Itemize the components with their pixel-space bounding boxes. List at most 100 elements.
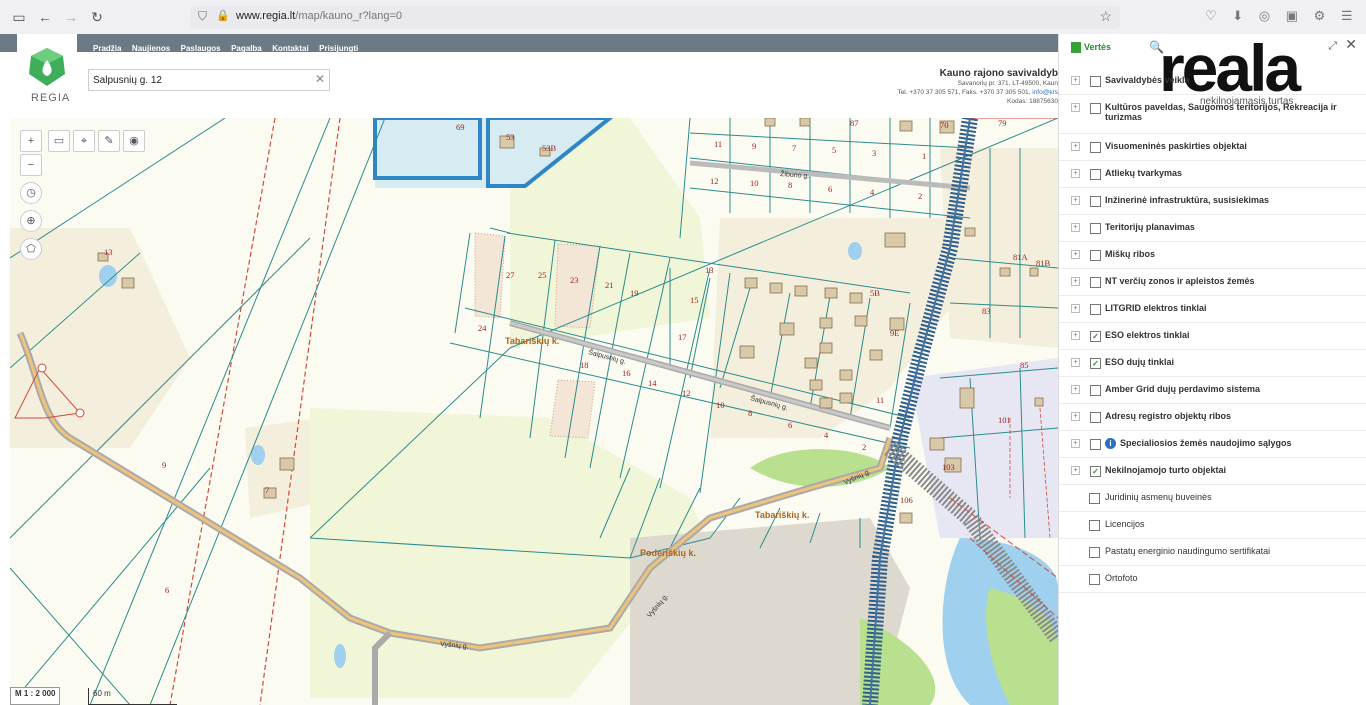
expand-icon[interactable]: + — [1071, 277, 1080, 286]
layer-label: Teritorijų planavimas — [1105, 222, 1195, 232]
layer-item[interactable]: + Teritorijų planavimas — [1059, 215, 1366, 242]
info-icon[interactable]: i — [1105, 438, 1116, 450]
layer-item[interactable]: + ✓ ESO dujų tinklai — [1059, 350, 1366, 377]
svg-text:83: 83 — [982, 306, 991, 316]
layer-checkbox[interactable] — [1090, 439, 1101, 450]
svg-text:11: 11 — [876, 395, 884, 405]
svg-text:13: 13 — [104, 247, 113, 257]
cadastral-map[interactable]: 69 53 53B 87 70 79 11 9 7 531 12 10 8 642 27 25 23… — [10, 118, 1058, 705]
edit-icon[interactable]: ✎ — [98, 130, 120, 152]
clear-search-icon[interactable]: ✕ — [315, 72, 325, 86]
layer-checkbox[interactable] — [1089, 547, 1100, 558]
svg-text:25: 25 — [538, 270, 547, 280]
svg-text:2: 2 — [918, 191, 922, 201]
address-search[interactable]: ✕ — [88, 69, 330, 91]
svg-text:53B: 53B — [542, 143, 557, 153]
layer-checkbox[interactable] — [1090, 76, 1101, 87]
layer-checkbox[interactable] — [1090, 277, 1101, 288]
layer-label: Atliekų tvarkymas — [1105, 168, 1183, 178]
layer-checkbox[interactable] — [1090, 142, 1101, 153]
layer-checkbox[interactable] — [1090, 103, 1101, 114]
zoom-in-button[interactable]: + — [20, 130, 42, 152]
reload-icon[interactable]: ↻ — [88, 8, 106, 26]
layer-item[interactable]: + Miškų ribos — [1059, 242, 1366, 269]
forward-icon[interactable]: → — [62, 8, 80, 26]
tab-vertes[interactable]: Vertės — [1071, 42, 1111, 54]
address-bar[interactable]: ⛉ 🔒 www.regia.lt/map/kauno_r?lang=0 ☆ — [190, 6, 1120, 29]
expand-icon[interactable]: + — [1071, 466, 1080, 475]
expand-icon[interactable]: + — [1071, 304, 1080, 313]
pin-icon[interactable]: ⌖ — [73, 130, 95, 152]
layer-item[interactable]: + Adresų registro objektų ribos — [1059, 404, 1366, 431]
layer-item[interactable]: + NT verčių zonos ir apleistos žemės — [1059, 269, 1366, 296]
svg-text:16: 16 — [622, 368, 631, 378]
back-icon[interactable]: ← — [36, 8, 54, 26]
layer-item[interactable]: Juridinių asmenų buveinės — [1059, 485, 1366, 512]
municipality-contacts: Tel. +370 37 305 571, Faks. +370 37 305 … — [858, 88, 1058, 97]
svg-text:5: 5 — [832, 145, 836, 155]
layer-checkbox[interactable] — [1090, 412, 1101, 423]
expand-icon[interactable]: + — [1071, 103, 1080, 112]
layer-item[interactable]: + LITGRID elektros tinklai — [1059, 296, 1366, 323]
map-canvas[interactable]: 695353B 87 70 79 11 9 7 531 12 10 8 642 27 25 23… — [10, 118, 1058, 705]
layer-item[interactable]: + Inžinerinė infrastruktūra, susisiekimas — [1059, 188, 1366, 215]
layer-item[interactable]: + Savivaldybės veikla — [1059, 68, 1366, 95]
expand-icon[interactable]: + — [1071, 76, 1080, 85]
zoom-out-button[interactable]: − — [20, 154, 42, 176]
expand-icon[interactable]: + — [1071, 412, 1080, 421]
header: ✕ Kauno rajono savivaldyb Savanorių pr. … — [0, 52, 1058, 118]
close-icon[interactable]: ✕ — [1345, 36, 1357, 53]
bookmark-star-icon[interactable]: ☆ — [1099, 8, 1112, 25]
svg-text:9: 9 — [162, 460, 166, 470]
top-navigation: Pradžia Naujienos Paslaugos Pagalba Kont… — [0, 34, 1058, 53]
layer-item[interactable]: Ortofoto — [1059, 566, 1366, 593]
expand-icon[interactable]: + — [1071, 358, 1080, 367]
extension-icons[interactable]: ♡ ⬇ ◎ ▣ ⚙ ☰ — [1205, 8, 1359, 24]
search-input[interactable] — [89, 71, 303, 90]
layer-checkbox[interactable] — [1090, 196, 1101, 207]
layer-item[interactable]: + ✓ Nekilnojamojo turto objektai — [1059, 458, 1366, 485]
expand-icon[interactable]: + — [1071, 169, 1080, 178]
regia-logo-icon — [29, 48, 65, 86]
layer-checkbox[interactable]: ✓ — [1090, 466, 1101, 477]
svg-text:12: 12 — [710, 176, 719, 186]
layer-checkbox[interactable] — [1089, 574, 1100, 585]
layer-checkbox[interactable] — [1090, 304, 1101, 315]
expand-icon[interactable]: + — [1071, 439, 1080, 448]
sidebar-toggle-icon[interactable]: ▭ — [10, 8, 28, 26]
layer-label-text: Specialiosios žemės naudojimo sąlygos — [1120, 438, 1292, 448]
layer-checkbox[interactable] — [1090, 169, 1101, 180]
regia-logo[interactable]: REGIA — [17, 34, 77, 106]
layer-checkbox[interactable] — [1090, 250, 1101, 261]
layer-item[interactable]: + i Specialiosios žemės naudojimo sąlygos — [1059, 431, 1366, 458]
layer-item[interactable]: + Visuomeninės paskirties objektai — [1059, 134, 1366, 161]
layer-item[interactable]: + Amber Grid dujų perdavimo sistema — [1059, 377, 1366, 404]
layer-checkbox[interactable]: ✓ — [1090, 358, 1101, 369]
measure-icon[interactable]: ▭ — [48, 130, 70, 152]
expand-icon[interactable]: + — [1071, 250, 1080, 259]
expand-icon[interactable]: + — [1071, 223, 1080, 232]
layer-item[interactable]: Pastatų energinio naudingumo sertifikata… — [1059, 539, 1366, 566]
expand-icon[interactable]: + — [1071, 196, 1080, 205]
layer-item[interactable]: Licencijos — [1059, 512, 1366, 539]
layer-item[interactable]: + Atliekų tvarkymas — [1059, 161, 1366, 188]
svg-text:106: 106 — [900, 495, 913, 505]
layer-label: i Specialiosios žemės naudojimo sąlygos — [1105, 438, 1355, 450]
layer-checkbox[interactable] — [1089, 520, 1100, 531]
shield-icon: ⛉ — [198, 9, 208, 23]
expand-icon[interactable]: + — [1071, 385, 1080, 394]
municipality-email[interactable]: info@krs — [1032, 89, 1058, 96]
lasso-icon[interactable]: ⬠ — [20, 238, 42, 260]
layer-item[interactable]: + ✓ ESO elektros tinklai — [1059, 323, 1366, 350]
history-icon[interactable]: ◷ — [20, 182, 42, 204]
layer-checkbox[interactable] — [1090, 223, 1101, 234]
lock-icon: 🔒 — [216, 10, 230, 22]
locate-icon[interactable]: ⊕ — [20, 210, 42, 232]
layer-checkbox[interactable]: ✓ — [1090, 331, 1101, 342]
svg-text:8: 8 — [748, 408, 752, 418]
layer-checkbox[interactable] — [1089, 493, 1100, 504]
target-icon[interactable]: ◉ — [123, 130, 145, 152]
layer-checkbox[interactable] — [1090, 385, 1101, 396]
expand-icon[interactable]: + — [1071, 142, 1080, 151]
expand-icon[interactable]: + — [1071, 331, 1080, 340]
